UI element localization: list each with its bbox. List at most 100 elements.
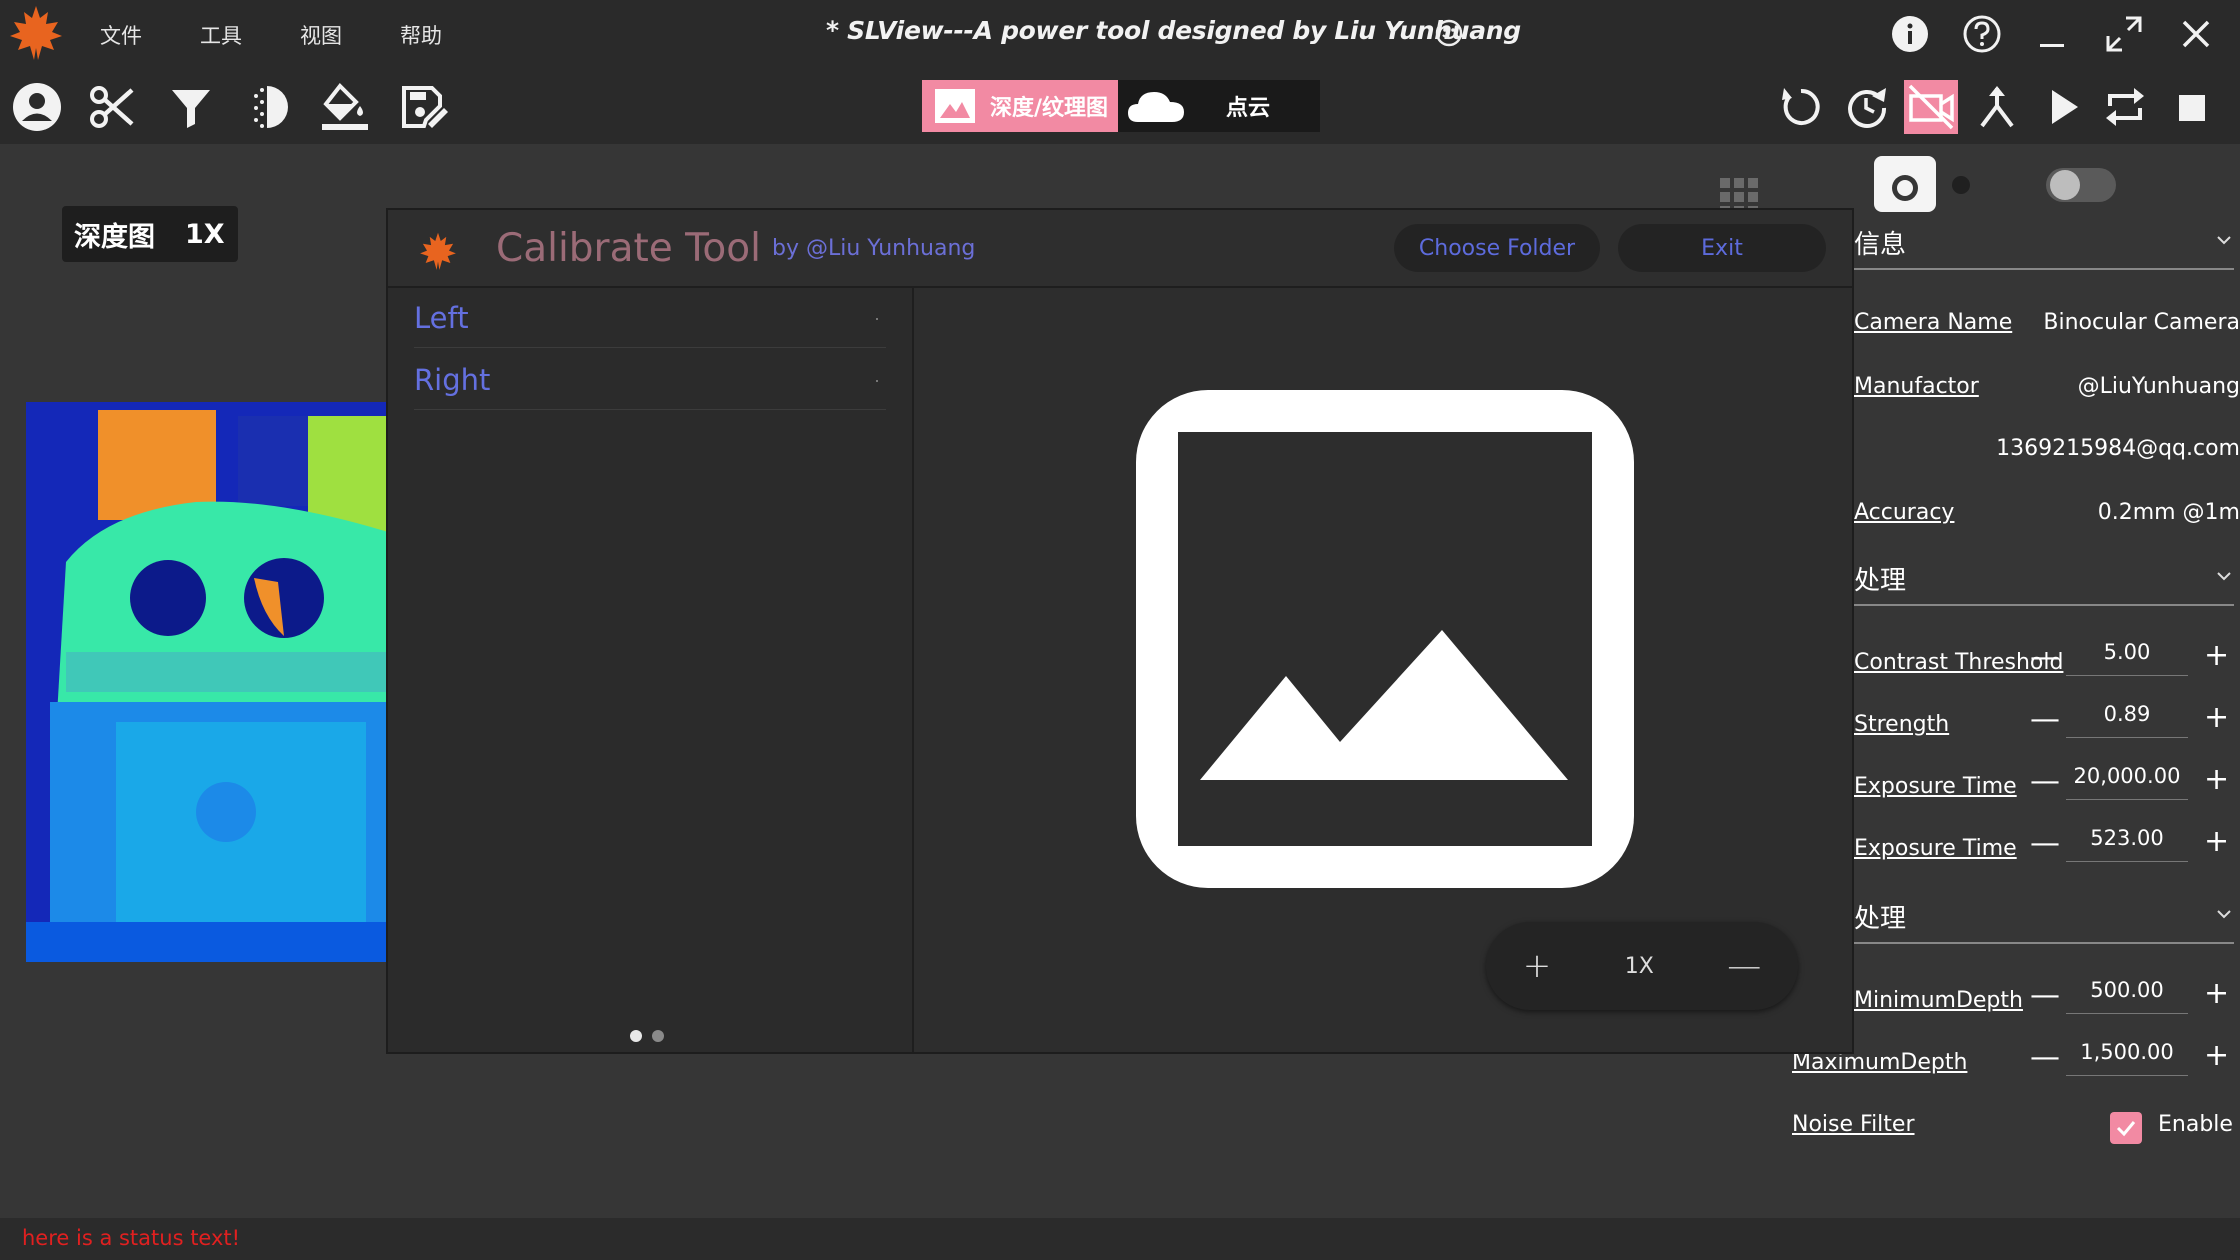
camera-name-key: Camera Name: [1854, 310, 2013, 335]
close-icon[interactable]: [2176, 14, 2216, 54]
toolbar: 深度/纹理图 点云: [0, 70, 2240, 144]
dialog-title: Calibrate Tool: [496, 226, 761, 271]
page-dot[interactable]: [630, 1030, 642, 1042]
scissors-icon[interactable]: [86, 80, 140, 134]
smile-icon[interactable]: [1434, 18, 1464, 48]
maple-leaf-logo-icon: [10, 6, 62, 60]
strength-input[interactable]: 0.89: [2066, 696, 2188, 738]
page-dot[interactable]: [652, 1030, 664, 1042]
user-icon[interactable]: [10, 80, 64, 134]
depth-mode-button[interactable]: 深度/纹理图: [922, 80, 1118, 132]
increment-button[interactable]: +: [2204, 700, 2229, 735]
menu-tools[interactable]: 工具: [200, 20, 300, 50]
increment-button[interactable]: +: [2204, 1038, 2229, 1073]
camera-icon[interactable]: [1874, 156, 1936, 212]
section-info[interactable]: 信息: [1854, 214, 2234, 270]
window-title: * SLView---A power tool designed by Liu …: [826, 16, 1521, 45]
contrast-icon[interactable]: [240, 80, 294, 134]
exposure-time-stepper: — 20,000.00 +: [1854, 758, 2240, 808]
contrast-threshold-stepper: — 5.00 +: [1854, 634, 2240, 684]
exit-button[interactable]: Exit: [1618, 224, 1826, 272]
exposure-time-input[interactable]: 20,000.00: [2066, 758, 2188, 800]
minimize-icon[interactable]: [2032, 14, 2072, 54]
section-info-title: 信息: [1854, 230, 1907, 260]
minimum-depth-input[interactable]: 500.00: [2066, 972, 2188, 1014]
menu-view[interactable]: 视图: [300, 20, 400, 50]
manufactor-value: @LiuYunhuang: [2077, 374, 2240, 399]
decrement-button[interactable]: —: [2030, 978, 2060, 1013]
refresh-clock-icon[interactable]: [1840, 80, 1894, 134]
properties-panel: 信息 Camera Name Binocular Camera Manufact…: [1854, 214, 2240, 1174]
increment-button[interactable]: +: [2204, 976, 2229, 1011]
view-label-text: 深度图: [74, 221, 155, 253]
exposure-time-2-stepper: — 523.00 +: [1854, 820, 2240, 870]
decrement-button[interactable]: —: [2030, 1040, 2060, 1075]
list-item-left[interactable]: Left: [414, 288, 886, 348]
section-processing-title: 处理: [1854, 566, 1907, 596]
zoom-control: + 1X —: [1486, 922, 1798, 1010]
main-menu: 文件 工具 视图 帮助: [100, 0, 500, 70]
chevron-down-icon: [2217, 236, 2231, 245]
info-icon[interactable]: [1890, 14, 1930, 54]
depth-mode-label: 深度/纹理图: [990, 96, 1109, 121]
email-value: 1369215984@qq.com: [1996, 436, 2240, 461]
view-label: 深度图 1X: [62, 206, 238, 262]
chevron-down-icon: [2217, 572, 2231, 581]
noise-filter-key: Noise Filter: [1792, 1112, 1915, 1137]
dialog-byline: by @Liu Yunhuang: [772, 236, 976, 261]
status-text: here is a status text!: [22, 1226, 241, 1250]
contrast-threshold-input[interactable]: 5.00: [2066, 634, 2188, 676]
section-depth[interactable]: 处理: [1854, 888, 2234, 944]
zoom-out-button[interactable]: —: [1727, 946, 1761, 986]
camera-name-value: Binocular Camera: [2043, 310, 2240, 335]
list-item-label: Right: [414, 362, 491, 397]
list-item-right[interactable]: Right: [414, 350, 886, 410]
cloud-mode-button[interactable]: 点云: [1118, 80, 1320, 132]
accuracy-value: 0.2mm @1m: [2097, 500, 2240, 525]
zoom-level: 1X: [1624, 953, 1654, 979]
image-list-panel: Left Right: [388, 288, 914, 1052]
video-off-icon[interactable]: [1904, 80, 1958, 134]
record-indicator: [1952, 176, 1970, 194]
section-depth-title: 处理: [1854, 904, 1907, 934]
toggle-switch[interactable]: [2046, 168, 2116, 202]
noise-filter-checkbox[interactable]: [2110, 1112, 2142, 1144]
list-item-label: Left: [414, 300, 469, 335]
status-bar: here is a status text!: [0, 1218, 2240, 1260]
toggle-knob: [2050, 170, 2080, 200]
fill-bucket-icon[interactable]: [318, 80, 372, 134]
manufactor-key: Manufactor: [1854, 374, 1979, 399]
stop-icon[interactable]: [2164, 80, 2218, 134]
rotate-ccw-icon[interactable]: [1774, 80, 1828, 134]
image-preview-panel: + 1X —: [914, 288, 1852, 1052]
menu-file[interactable]: 文件: [100, 20, 200, 50]
filter-icon[interactable]: [164, 80, 218, 134]
save-edit-icon[interactable]: [396, 80, 450, 134]
maximum-depth-input[interactable]: 1,500.00: [2066, 1034, 2188, 1076]
increment-button[interactable]: +: [2204, 762, 2229, 797]
decrement-button[interactable]: —: [2030, 764, 2060, 799]
dialog-header: Calibrate Tool by @Liu Yunhuang Choose F…: [388, 210, 1852, 288]
section-processing[interactable]: 处理: [1854, 550, 2234, 606]
zoom-in-button[interactable]: +: [1523, 946, 1552, 986]
view-zoom-text: 1X: [185, 218, 225, 250]
depth-image: [26, 402, 388, 962]
minimum-depth-stepper: — 500.00 +: [1854, 972, 2240, 1022]
mode-switch: 深度/纹理图 点云: [922, 80, 1320, 132]
increment-button[interactable]: +: [2204, 824, 2229, 859]
repeat-icon[interactable]: [2098, 80, 2152, 134]
choose-folder-button[interactable]: Choose Folder: [1394, 224, 1600, 272]
help-icon[interactable]: [1962, 14, 2002, 54]
maximize-icon[interactable]: [2104, 14, 2144, 54]
chevron-down-icon: [2217, 910, 2231, 919]
increment-button[interactable]: +: [2204, 638, 2229, 673]
decrement-button[interactable]: —: [2030, 826, 2060, 861]
decrement-button[interactable]: —: [2030, 640, 2060, 675]
cloud-icon: [1128, 92, 1184, 122]
merge-icon[interactable]: [1970, 80, 2024, 134]
menu-help[interactable]: 帮助: [400, 20, 500, 50]
cloud-mode-label: 点云: [1226, 96, 1271, 121]
exposure-time-2-input[interactable]: 523.00: [2066, 820, 2188, 862]
play-icon[interactable]: [2036, 80, 2090, 134]
decrement-button[interactable]: —: [2030, 702, 2060, 737]
